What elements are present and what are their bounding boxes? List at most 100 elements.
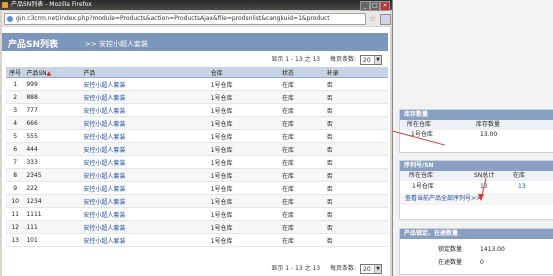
inventory-panel: 库存数量 所在仓库 库存数量 1号仓库 13.00 — [399, 109, 553, 153]
row-rec: 否 — [324, 220, 388, 234]
popup-window: 产品SN列表 - Mozilla Firefox _ □ × gin.c3crm… — [0, 0, 393, 276]
window-title: 产品SN列表 - Mozilla Firefox — [11, 1, 92, 8]
row-product-link[interactable]: 安控小超人套装 — [81, 233, 209, 247]
address-field[interactable]: gin.c3crm.net/index.php?module=Products&… — [4, 13, 366, 25]
row-status: 在库 — [279, 181, 325, 195]
row-store: 1号仓库 — [208, 155, 280, 169]
row-product-link[interactable]: 安控小超人套装 — [81, 116, 209, 130]
row-product-link[interactable]: 安控小超人套装 — [81, 168, 209, 182]
row-product-link[interactable]: 安控小超人套装 — [81, 77, 209, 91]
row-sn: 888 — [24, 90, 82, 104]
serials-instock-link[interactable]: 13 — [518, 181, 526, 193]
firefox-icon — [2, 2, 8, 8]
row-rec: 否 — [324, 142, 388, 156]
locked-panel: 产品锁定、在途数量 锁定数量 1413.00 在途数量 0 — [399, 228, 553, 275]
address-text: gin.c3crm.net/index.php?module=Products&… — [16, 15, 330, 22]
row-status: 在库 — [279, 77, 325, 91]
col-no: 序号 — [6, 67, 25, 78]
record-count: 显示 1 - 13 之 13 — [271, 56, 321, 63]
row-sn: 333 — [24, 155, 82, 169]
col-sn-label: 产品SN — [26, 69, 47, 77]
row-store: 1号仓库 — [208, 233, 280, 247]
row-sn: 101 — [24, 233, 82, 247]
row-no: 1 — [6, 77, 25, 91]
row-rec: 否 — [324, 233, 388, 247]
breadcrumb: >> 安控小超人套装 — [85, 39, 148, 49]
maximize-icon[interactable]: □ — [370, 1, 380, 11]
table-row: 7 333 安控小超人套装 1号仓库 在库否 — [6, 155, 388, 169]
row-no: 10 — [6, 194, 25, 208]
chevron-down-icon: ▼ — [374, 264, 381, 273]
col-sn[interactable]: 产品SN▲ — [24, 67, 82, 78]
row-rec: 否 — [324, 155, 388, 169]
serials-col-instock: 在库 — [513, 172, 526, 179]
row-no: 3 — [6, 103, 25, 117]
annotation-arrowhead-2 — [478, 194, 484, 201]
col-store[interactable]: 仓库 — [208, 67, 280, 78]
row-status: 在库 — [279, 194, 325, 208]
table-row: 10 1234 安控小超人套装 1号仓库 在库否 — [6, 194, 388, 208]
table-row: 6 444 安控小超人套装 1号仓库 在库否 — [6, 142, 388, 156]
minimize-icon[interactable]: _ — [360, 1, 370, 11]
table-row: 1 999 安控小超人套装 1号仓库 在库否 — [6, 77, 388, 91]
row-product-link[interactable]: 安控小超人套装 — [81, 142, 209, 156]
per-page-select-bottom[interactable]: 20 ▼ — [360, 263, 382, 274]
table-header-row: 序号 产品SN▲ 产品 仓库 状态 补录 — [6, 67, 388, 78]
row-product-link[interactable]: 安控小超人套装 — [81, 90, 209, 104]
col-status[interactable]: 状态 — [279, 67, 325, 78]
chevron-down-icon: ▼ — [374, 55, 381, 64]
row-product-link[interactable]: 安控小超人套装 — [81, 155, 209, 169]
inventory-panel-title: 库存数量 — [400, 110, 553, 120]
view-all-serials-link[interactable]: 查看当前产品全部序列号>> — [405, 193, 481, 205]
pager-bottom: 显示 1 - 13 之 13 每页条数: 20 ▼ — [271, 263, 382, 275]
row-no: 7 — [6, 155, 25, 169]
per-page-select[interactable]: 20 ▼ — [360, 54, 382, 65]
inventory-col-qty: 库存数量 — [476, 121, 501, 128]
row-product-link[interactable]: 安控小超人套装 — [81, 194, 209, 208]
sn-table: 序号 产品SN▲ 产品 仓库 状态 补录 1 999 安控小超人套装 1号仓库 在库否 2… — [6, 67, 388, 247]
col-product[interactable]: 产品 — [81, 67, 209, 78]
row-status: 在库 — [279, 233, 325, 247]
table-row: 11 1111 安控小超人套装 1号仓库 在库否 — [6, 207, 388, 221]
row-product-link[interactable]: 安控小超人套装 — [81, 220, 209, 234]
inventory-col-store: 所在仓库 — [407, 121, 432, 128]
row-store: 1号仓库 — [208, 207, 280, 221]
row-store: 1号仓库 — [208, 77, 280, 91]
close-icon[interactable]: × — [380, 1, 390, 11]
row-no: 5 — [6, 129, 25, 143]
pager-top: 显示 1 - 13 之 13 每页条数: 20 ▼ — [271, 54, 382, 66]
row-rec: 否 — [324, 168, 388, 182]
row-store: 1号仓库 — [208, 142, 280, 156]
bookmark-star-icon[interactable]: ☆ — [368, 14, 377, 23]
row-product-link[interactable]: 安控小超人套装 — [81, 103, 209, 117]
locked-panel-title: 产品锁定、在途数量 — [400, 229, 553, 239]
row-store: 1号仓库 — [208, 194, 280, 208]
serials-store: 1号仓库 — [412, 183, 434, 190]
row-product-link[interactable]: 安控小超人套装 — [81, 181, 209, 195]
row-status: 在库 — [279, 116, 325, 130]
row-product-link[interactable]: 安控小超人套装 — [81, 129, 209, 143]
row-status: 在库 — [279, 142, 325, 156]
row-sn: 222 — [24, 181, 82, 195]
row-sn: 2345 — [24, 168, 82, 182]
row-sn: 777 — [24, 103, 82, 117]
row-product-link[interactable]: 安控小超人套装 — [81, 207, 209, 221]
table-row: 3 777 安控小超人套装 1号仓库 在库否 — [6, 103, 388, 117]
url-bar: gin.c3crm.net/index.php?module=Products&… — [2, 11, 391, 26]
row-no: 4 — [6, 116, 25, 130]
table-row: 2 888 安控小超人套装 1号仓库 在库否 — [6, 90, 388, 104]
breadcrumb-product: 安控小超人套装 — [98, 40, 148, 48]
row-status: 在库 — [279, 155, 325, 169]
serials-panel: 序列号/SN 所在仓库 SN总计 在库 1号仓库 13 13 查看当前产品全部序… — [399, 160, 553, 220]
per-page-label-bottom: 每页条数: — [330, 265, 357, 272]
row-rec: 否 — [324, 129, 388, 143]
row-rec: 否 — [324, 90, 388, 104]
row-sn: 666 — [24, 116, 82, 130]
page-title: 产品SN列表 — [8, 40, 59, 50]
col-rec[interactable]: 补录 — [324, 67, 388, 78]
row-status: 在库 — [279, 168, 325, 182]
table-row: 5 555 安控小超人套装 1号仓库 在库否 — [6, 129, 388, 143]
row-sn: 1111 — [24, 207, 82, 221]
page-action-icon[interactable] — [380, 14, 391, 25]
page-content: 产品SN列表 >> 安控小超人套装 显示 1 - 13 之 13 每页条数: 2… — [2, 27, 390, 276]
